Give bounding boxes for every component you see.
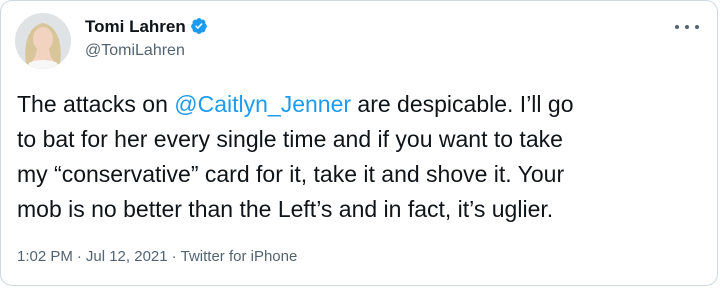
- display-name[interactable]: Tomi Lahren: [85, 18, 186, 35]
- tweet-text-segment: The attacks on: [17, 91, 175, 117]
- tweet-line-2: to bat for her every single time and if …: [17, 126, 563, 152]
- tweet-time-link[interactable]: 1:02 PM: [17, 248, 73, 265]
- tweet-line-1: The attacks on @Caitlyn_Jenner are despi…: [17, 87, 707, 122]
- avatar-image: [15, 13, 71, 69]
- meta-separator: ·: [171, 248, 177, 265]
- tweet-line-3: my “conservative” card for it, take it a…: [17, 161, 565, 187]
- tweet-card[interactable]: Tomi Lahren @TomiLahren The attacks on @…: [0, 0, 718, 286]
- tweet-date-link[interactable]: Jul 12, 2021: [86, 248, 168, 265]
- more-horizontal-icon[interactable]: [675, 19, 699, 35]
- tweet-text-segment: are despicable. I’ll go: [351, 91, 574, 117]
- user-handle[interactable]: @TomiLahren: [85, 43, 208, 59]
- tweet-line-4: mob is no better than the Left’s and in …: [17, 196, 554, 222]
- tweet-source: Twitter for iPhone: [180, 248, 298, 265]
- mention-link[interactable]: @Caitlyn_Jenner: [174, 91, 351, 117]
- tweet-metadata: 1:02 PM · Jul 12, 2021 · Twitter for iPhone: [17, 248, 297, 265]
- verified-badge-icon: [190, 17, 208, 35]
- tweet-text: The attacks on @Caitlyn_Jenner are despi…: [17, 87, 707, 227]
- avatar[interactable]: [15, 13, 71, 69]
- meta-separator: ·: [76, 248, 82, 265]
